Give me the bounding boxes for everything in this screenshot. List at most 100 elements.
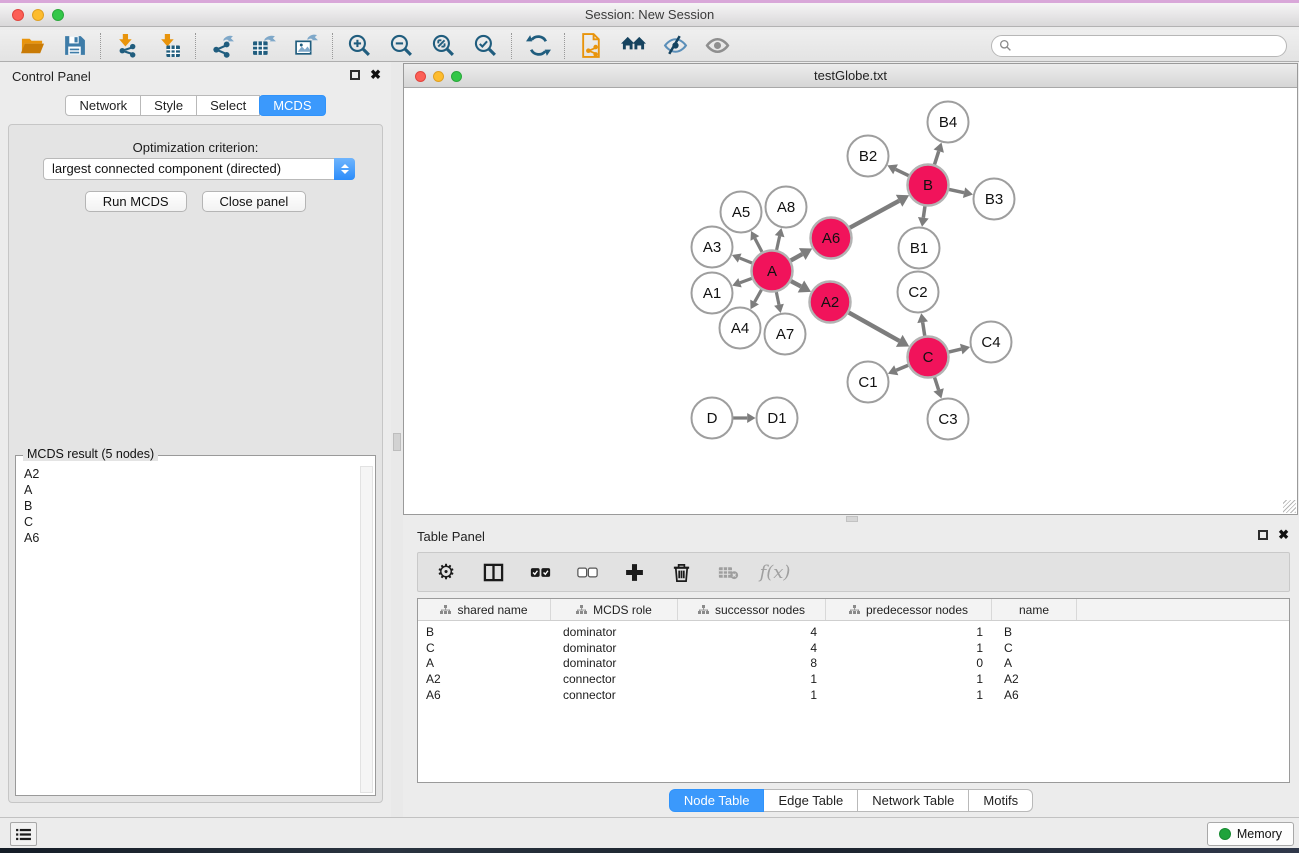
search-input[interactable]	[1012, 38, 1279, 54]
network-window-titlebar[interactable]: testGlobe.txt	[404, 64, 1297, 88]
edge-A2-C[interactable]	[846, 311, 899, 341]
delete-column-icon[interactable]	[668, 559, 694, 585]
export-image-icon[interactable]	[293, 33, 319, 59]
tab-network[interactable]: Network	[65, 95, 141, 116]
column-layout-icon[interactable]	[480, 559, 506, 585]
column-label: shared name	[457, 603, 527, 617]
dropdown-stepper-icon	[334, 158, 355, 180]
table-cell: 1	[826, 625, 992, 639]
table-cell: 1	[826, 672, 992, 686]
zoom-fit-icon[interactable]	[430, 33, 456, 59]
deselect-all-icon[interactable]	[574, 559, 600, 585]
column-header-name[interactable]: name	[992, 599, 1077, 620]
zoom-out-icon[interactable]	[388, 33, 414, 59]
tab-style[interactable]: Style	[140, 95, 197, 116]
table-tab-node-table[interactable]: Node Table	[669, 789, 765, 812]
save-session-icon[interactable]	[61, 33, 87, 59]
table-close-panel-icon[interactable]: ✖	[1278, 529, 1289, 541]
table-cell: B	[992, 625, 1077, 639]
network-minimize-button[interactable]	[433, 71, 444, 82]
run-mcds-button[interactable]: Run MCDS	[85, 191, 187, 212]
node-table[interactable]: shared name MCDS role successor nodes prede…	[417, 598, 1290, 783]
search-box[interactable]	[991, 35, 1287, 57]
tab-mcds[interactable]: MCDS	[259, 95, 325, 116]
mcds-result-item[interactable]: C	[24, 514, 367, 530]
edge-A6-B[interactable]	[847, 201, 899, 229]
memory-button[interactable]: Memory	[1207, 822, 1294, 846]
criterion-dropdown[interactable]: largest connected component (directed)	[43, 158, 355, 180]
select-all-icon[interactable]	[527, 559, 553, 585]
table-panel-header: Table Panel ✖	[403, 522, 1299, 548]
network-from-file-icon[interactable]	[578, 33, 604, 59]
window-resize-grip[interactable]	[1283, 500, 1296, 513]
table-cell: connector	[551, 688, 678, 702]
mcds-result-item[interactable]: A	[24, 482, 367, 498]
table-row[interactable]: Adominator80A	[418, 656, 1289, 672]
network-graph[interactable]: B4B2BB3A8A5A6A3B1AC2A1A2A4A7C4CC1C3DD1	[404, 89, 1297, 514]
table-tab-network-table[interactable]: Network Table	[857, 789, 969, 812]
node-label-B2: B2	[859, 148, 877, 165]
mcds-result-list[interactable]: A2ABCA6	[17, 457, 374, 794]
minimize-window-button[interactable]	[32, 9, 44, 21]
table-body: Bdominator41BCdominator41CAdominator80AA…	[418, 621, 1289, 703]
network-canvas[interactable]: B4B2BB3A8A5A6A3B1AC2A1A2A4A7C4CC1C3DD1	[404, 89, 1297, 514]
toolbar-group	[512, 33, 564, 59]
close-panel-button[interactable]: Close panel	[202, 191, 307, 212]
table-cell: 8	[678, 656, 826, 670]
mcds-result-item[interactable]: A2	[24, 466, 367, 482]
import-table-icon[interactable]	[156, 33, 182, 59]
node-label-A6: A6	[822, 230, 840, 247]
refresh-icon[interactable]	[525, 33, 551, 59]
network-zoom-button[interactable]	[451, 71, 462, 82]
task-list-icon	[15, 828, 32, 841]
vertical-split-handle[interactable]	[393, 433, 401, 451]
home-icon[interactable]	[620, 33, 646, 59]
task-history-button[interactable]	[10, 822, 37, 846]
vertical-split-divider[interactable]	[391, 62, 403, 817]
import-network-icon[interactable]	[114, 33, 140, 59]
toolbar-group	[6, 33, 100, 59]
show-eye-icon[interactable]	[704, 33, 730, 59]
export-network-icon[interactable]	[209, 33, 235, 59]
zoom-selected-icon[interactable]	[472, 33, 498, 59]
table-tab-motifs[interactable]: Motifs	[968, 789, 1033, 812]
node-label-C1: C1	[858, 374, 877, 391]
mcds-result-item[interactable]: A6	[24, 530, 367, 546]
zoom-window-button[interactable]	[52, 9, 64, 21]
table-row[interactable]: A2connector11A2	[418, 671, 1289, 687]
column-label: MCDS role	[593, 603, 652, 617]
node-label-A1: A1	[703, 285, 721, 302]
table-tab-edge-table[interactable]: Edge Table	[763, 789, 858, 812]
edge-arrowhead	[960, 344, 970, 355]
column-header-MCDS-role[interactable]: MCDS role	[551, 599, 678, 620]
table-cell: C	[418, 641, 551, 655]
table-float-panel-icon[interactable]	[1258, 530, 1268, 540]
table-cell: 1	[678, 672, 826, 686]
close-panel-icon[interactable]: ✖	[370, 69, 381, 81]
table-row[interactable]: A6connector11A6	[418, 687, 1289, 703]
function-builder-icon: f(x)	[762, 559, 788, 585]
memory-label: Memory	[1237, 827, 1282, 841]
tab-select[interactable]: Select	[196, 95, 260, 116]
table-cell: dominator	[551, 625, 678, 639]
zoom-in-icon[interactable]	[346, 33, 372, 59]
column-header-successor-nodes[interactable]: successor nodes	[678, 599, 826, 620]
table-row[interactable]: Bdominator41B	[418, 624, 1289, 640]
hide-eye-icon[interactable]	[662, 33, 688, 59]
close-window-button[interactable]	[12, 9, 24, 21]
export-table-icon[interactable]	[251, 33, 277, 59]
open-session-icon[interactable]	[19, 33, 45, 59]
column-label: name	[1019, 603, 1049, 617]
settings-gear-icon[interactable]: ⚙	[433, 559, 459, 585]
float-panel-icon[interactable]	[350, 70, 360, 80]
column-header-shared-name[interactable]: shared name	[418, 599, 551, 620]
column-header-predecessor-nodes[interactable]: predecessor nodes	[826, 599, 992, 620]
result-scrollbar[interactable]	[360, 466, 373, 793]
table-row[interactable]: Cdominator41C	[418, 640, 1289, 656]
column-label: successor nodes	[715, 603, 805, 617]
mcds-result-item[interactable]: B	[24, 498, 367, 514]
table-header-row: shared name MCDS role successor nodes prede…	[418, 599, 1289, 621]
network-window-controls	[415, 71, 462, 82]
add-column-icon[interactable]	[621, 559, 647, 585]
network-close-button[interactable]	[415, 71, 426, 82]
